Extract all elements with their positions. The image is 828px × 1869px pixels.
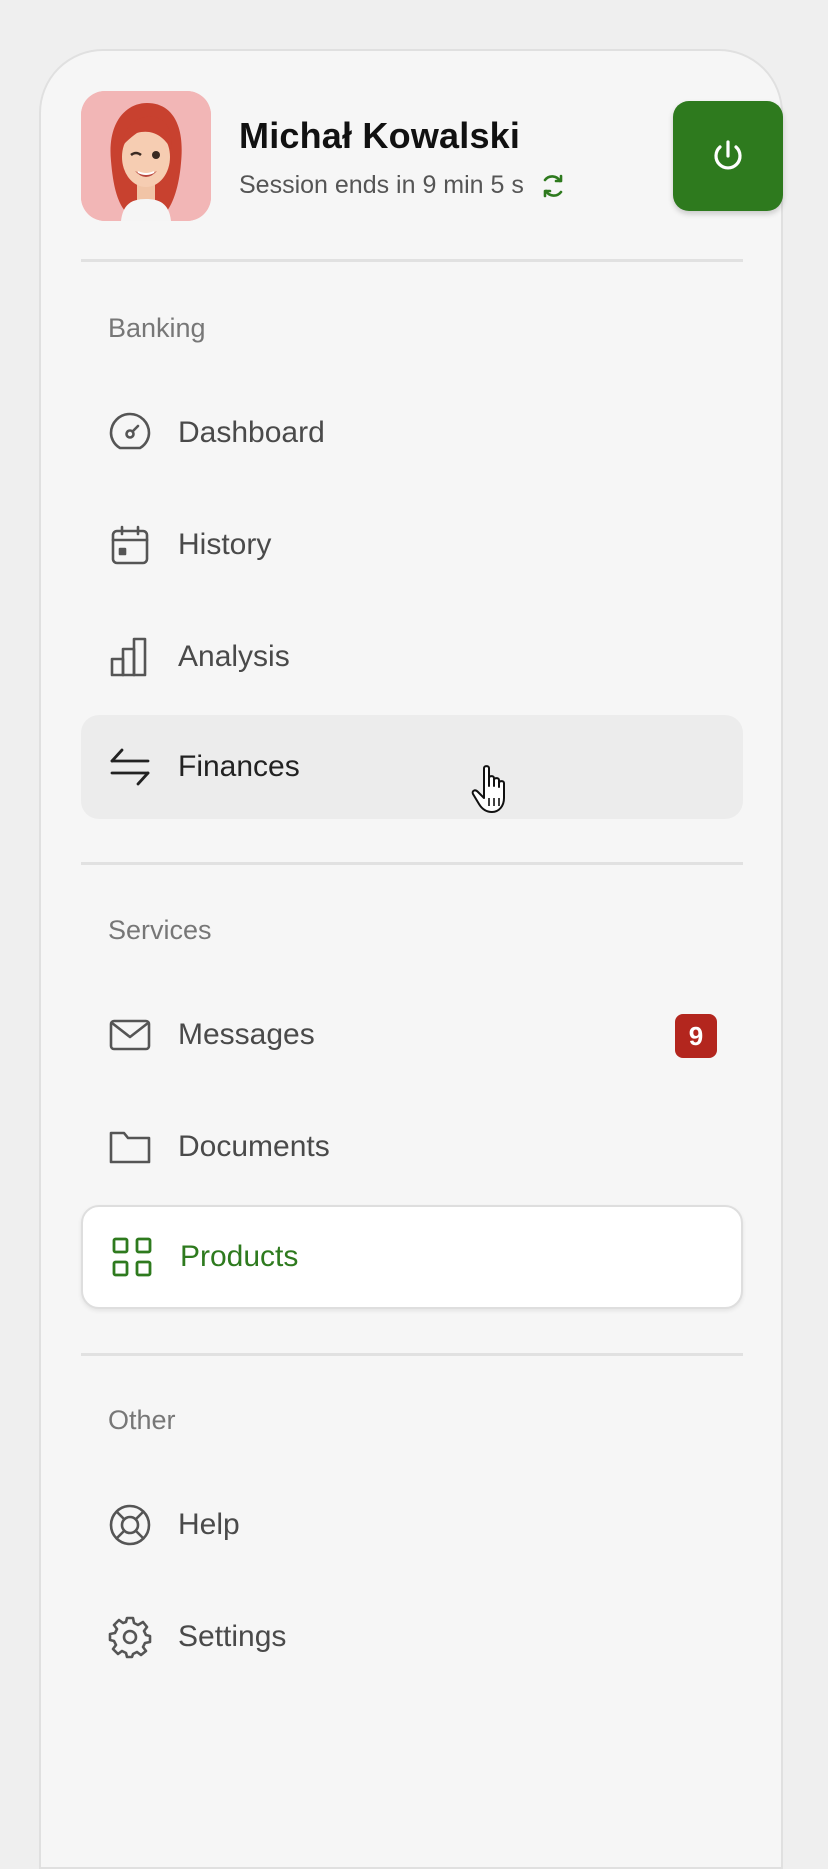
user-name: Michał Kowalski	[239, 115, 521, 156]
transfer-arrows-icon	[108, 745, 152, 789]
section-label-other: Other	[108, 1405, 176, 1435]
nav-item-analysis[interactable]: Analysis	[81, 605, 743, 709]
navigation-panel: Michał Kowalski Session ends in 9 min 5 …	[39, 49, 783, 1869]
lifebuoy-icon	[108, 1503, 152, 1547]
nav-label-settings: Settings	[178, 1620, 287, 1653]
hand-cursor-icon	[470, 764, 518, 816]
nav-item-settings[interactable]: Settings	[81, 1585, 743, 1689]
user-header: Michał Kowalski Session ends in 9 min 5 …	[81, 91, 783, 221]
section-label-services: Services	[108, 915, 212, 945]
grid-icon	[110, 1235, 154, 1279]
avatar[interactable]	[81, 91, 211, 221]
nav-label-analysis: Analysis	[178, 640, 290, 673]
nav-label-help: Help	[178, 1508, 240, 1541]
gear-icon	[108, 1615, 152, 1659]
refresh-icon[interactable]	[540, 172, 566, 200]
nav-label-products: Products	[180, 1240, 299, 1273]
nav-item-history[interactable]: History	[81, 493, 743, 597]
nav-label-finances: Finances	[178, 750, 300, 783]
nav-label-documents: Documents	[178, 1130, 330, 1163]
unread-count-badge: 9	[675, 1014, 717, 1058]
gauge-icon	[108, 411, 152, 455]
nav-label-dashboard: Dashboard	[178, 416, 325, 449]
envelope-icon	[108, 1013, 152, 1057]
nav-item-messages[interactable]: Messages 9	[81, 983, 743, 1087]
nav-item-dashboard[interactable]: Dashboard	[81, 381, 743, 485]
session-timer: Session ends in 9 min 5 s	[239, 171, 566, 200]
logout-button[interactable]	[673, 101, 783, 211]
nav-item-finances[interactable]: Finances	[81, 715, 743, 819]
divider	[81, 1353, 743, 1356]
bar-chart-icon	[108, 635, 152, 679]
nav-label-messages: Messages	[178, 1018, 315, 1051]
nav-item-products[interactable]: Products	[81, 1205, 743, 1309]
session-text: Session ends in 9 min 5 s	[239, 171, 524, 199]
section-label-banking: Banking	[108, 313, 206, 343]
folder-icon	[108, 1125, 152, 1169]
calendar-icon	[108, 523, 152, 567]
divider	[81, 862, 743, 865]
nav-item-documents[interactable]: Documents	[81, 1095, 743, 1199]
nav-label-history: History	[178, 528, 272, 561]
divider	[81, 259, 743, 262]
nav-item-help[interactable]: Help	[81, 1473, 743, 1577]
power-icon	[708, 136, 748, 176]
